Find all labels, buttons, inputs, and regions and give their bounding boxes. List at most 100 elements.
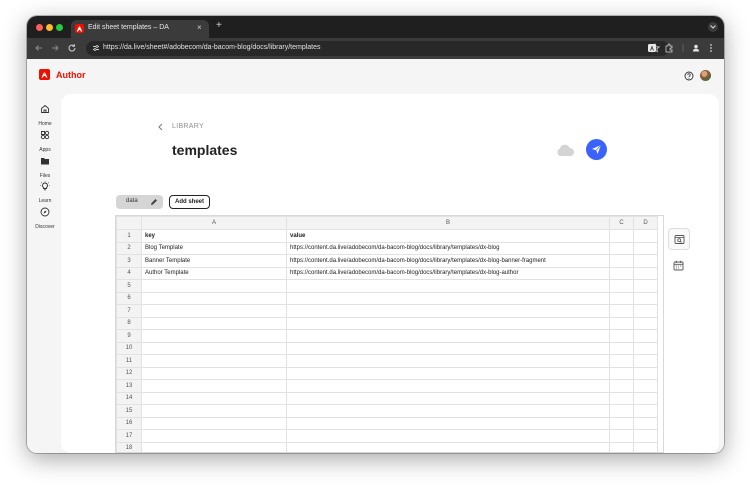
adobe-extension-icon[interactable]: [647, 43, 657, 53]
grid-cell[interactable]: [141, 354, 287, 368]
grid-cell[interactable]: [609, 316, 634, 330]
grid-cell[interactable]: [609, 229, 634, 243]
spreadsheet-grid[interactable]: A B C D 1 key value 2 Blog Template https://c…: [115, 215, 664, 453]
chevron-left-icon[interactable]: [157, 123, 164, 131]
grid-cell[interactable]: [609, 441, 634, 452]
maximize-window-button[interactable]: [56, 24, 63, 31]
grid-cell[interactable]: [633, 279, 658, 293]
grid-cell[interactable]: [141, 304, 287, 318]
grid-cell[interactable]: [609, 254, 634, 268]
grid-cell[interactable]: Banner Template: [141, 254, 287, 268]
grid-cell[interactable]: [633, 379, 658, 393]
help-icon[interactable]: [684, 71, 694, 81]
grid-cell[interactable]: [633, 316, 658, 330]
grid-cell[interactable]: [141, 391, 287, 405]
column-header[interactable]: D: [633, 216, 658, 230]
grid-cell[interactable]: [141, 416, 287, 430]
grid-cell[interactable]: [633, 266, 658, 280]
grid-cell[interactable]: [609, 354, 634, 368]
grid-cell[interactable]: [633, 329, 658, 343]
tab-search-button[interactable]: [708, 22, 718, 32]
grid-cell[interactable]: [286, 304, 610, 318]
grid-cell[interactable]: [141, 441, 287, 452]
grid-cell[interactable]: [141, 279, 287, 293]
row-header[interactable]: 1: [116, 229, 142, 243]
row-header[interactable]: 5: [116, 279, 142, 293]
row-header[interactable]: 9: [116, 329, 142, 343]
grid-cell[interactable]: [141, 404, 287, 418]
row-header[interactable]: 14: [116, 391, 142, 405]
browser-tab[interactable]: Edit sheet templates – DA ×: [71, 20, 209, 38]
grid-cell[interactable]: [633, 354, 658, 368]
grid-cell[interactable]: Author Template: [141, 266, 287, 280]
row-header[interactable]: 13: [116, 379, 142, 393]
row-header[interactable]: 8: [116, 316, 142, 330]
column-header[interactable]: C: [609, 216, 634, 230]
grid-cell[interactable]: [633, 391, 658, 405]
grid-cell[interactable]: [141, 316, 287, 330]
preview-panel-button[interactable]: [668, 228, 690, 250]
grid-cell[interactable]: [633, 429, 658, 443]
minimize-window-button[interactable]: [46, 24, 53, 31]
pencil-icon[interactable]: [150, 198, 158, 206]
grid-cell[interactable]: [609, 391, 634, 405]
grid-cell[interactable]: [141, 429, 287, 443]
grid-cell[interactable]: https://content.da.live/adobecom/da-baco…: [286, 254, 610, 268]
grid-cell[interactable]: [286, 391, 610, 405]
column-header[interactable]: B: [286, 216, 610, 230]
add-sheet-button[interactable]: Add sheet: [169, 195, 210, 209]
grid-cell[interactable]: [609, 366, 634, 380]
grid-cell[interactable]: [141, 379, 287, 393]
address-bar[interactable]: https://da.live/sheet#/adobecom/da-bacom…: [86, 41, 669, 56]
grid-cell[interactable]: value: [286, 229, 610, 243]
sheet-tab-data[interactable]: data: [116, 195, 163, 209]
grid-cell[interactable]: Blog Template: [141, 241, 287, 255]
grid-cell[interactable]: [609, 329, 634, 343]
forward-arrow-icon[interactable]: [50, 43, 60, 53]
grid-cell[interactable]: [633, 229, 658, 243]
grid-cell[interactable]: [286, 416, 610, 430]
row-header[interactable]: 6: [116, 291, 142, 305]
row-header[interactable]: 18: [116, 441, 142, 452]
grid-cell[interactable]: [286, 366, 610, 380]
grid-cell[interactable]: [286, 404, 610, 418]
grid-cell[interactable]: [633, 304, 658, 318]
grid-cell[interactable]: [141, 366, 287, 380]
row-header[interactable]: 2: [116, 241, 142, 255]
grid-cell[interactable]: [286, 329, 610, 343]
grid-cell[interactable]: https://content.da.live/adobecom/da-baco…: [286, 266, 610, 280]
grid-cell[interactable]: [141, 291, 287, 305]
grid-cell[interactable]: [609, 279, 634, 293]
grid-cell[interactable]: [286, 429, 610, 443]
grid-cell[interactable]: [141, 341, 287, 355]
grid-cell[interactable]: [609, 304, 634, 318]
grid-cell[interactable]: [286, 291, 610, 305]
row-header[interactable]: 17: [116, 429, 142, 443]
row-header[interactable]: 11: [116, 354, 142, 368]
grid-cell[interactable]: [633, 366, 658, 380]
grid-cell[interactable]: [633, 416, 658, 430]
sidebar-item-files[interactable]: Files: [33, 153, 57, 179]
grid-cell[interactable]: [286, 341, 610, 355]
grid-cell[interactable]: [633, 241, 658, 255]
reload-icon[interactable]: [67, 43, 77, 53]
grid-cell[interactable]: [609, 416, 634, 430]
grid-cell[interactable]: [286, 379, 610, 393]
grid-cell[interactable]: [286, 316, 610, 330]
grid-cell[interactable]: [609, 429, 634, 443]
grid-cell[interactable]: [633, 341, 658, 355]
calendar-icon[interactable]: [673, 260, 684, 271]
grid-cell[interactable]: key: [141, 229, 287, 243]
grid-cell[interactable]: [633, 404, 658, 418]
corner-cell[interactable]: [116, 216, 142, 230]
grid-cell[interactable]: [609, 341, 634, 355]
column-header[interactable]: A: [141, 216, 287, 230]
cloud-icon[interactable]: [555, 144, 575, 157]
row-header[interactable]: 12: [116, 366, 142, 380]
grid-cell[interactable]: https://content.da.live/adobecom/da-baco…: [286, 241, 610, 255]
sidebar-item-learn[interactable]: Learn: [33, 178, 57, 204]
site-settings-icon[interactable]: [92, 44, 100, 52]
close-window-button[interactable]: [36, 24, 43, 31]
sidebar-item-apps[interactable]: Apps: [33, 127, 57, 153]
profile-icon[interactable]: [691, 43, 701, 53]
